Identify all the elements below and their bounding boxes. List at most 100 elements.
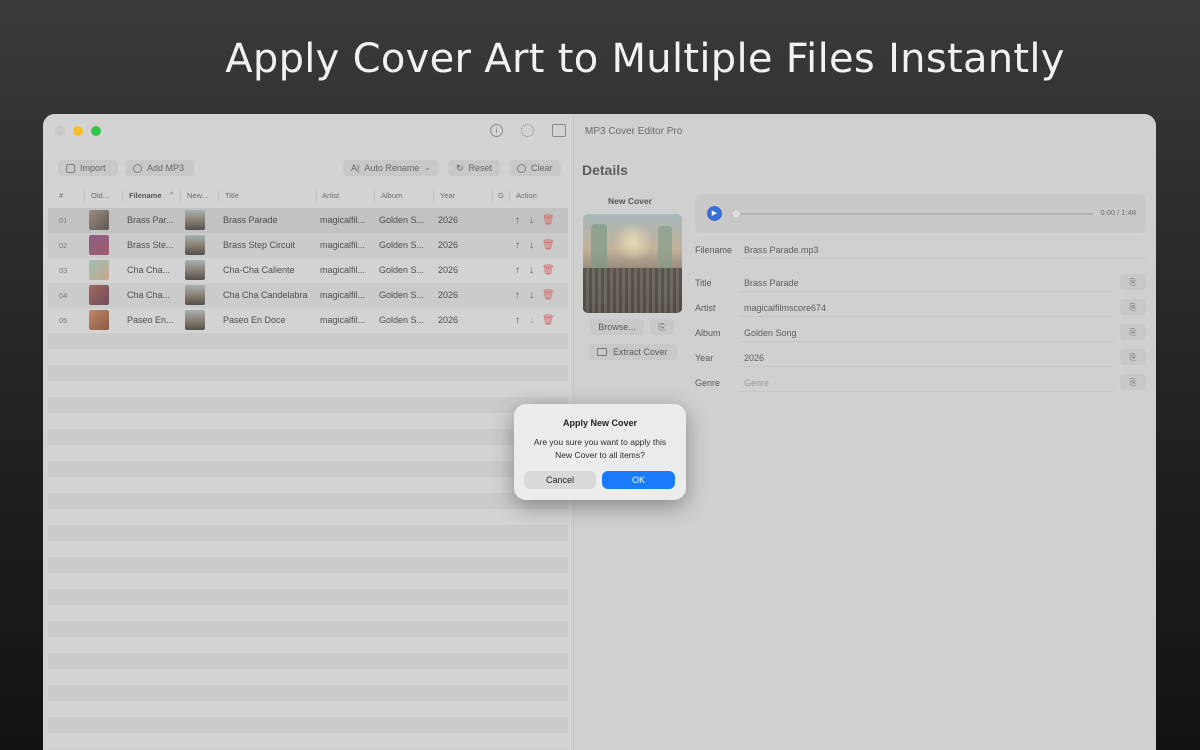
artist-value: magicalfilmscore674 bbox=[744, 303, 827, 313]
arrow-up-icon[interactable]: ↑ bbox=[515, 208, 520, 233]
title-cell: Paseo En Doce bbox=[223, 315, 286, 325]
row-number: 05 bbox=[59, 316, 68, 325]
copy-artist-button[interactable]: ⎘ bbox=[1120, 299, 1146, 315]
trash-icon[interactable]: 🗑 bbox=[542, 283, 555, 308]
auto-rename-dropdown[interactable]: A| Auto Rename ⌄ bbox=[343, 160, 439, 176]
clear-label: Clear bbox=[531, 163, 553, 173]
table-body: 01 Brass Par... Brass Parade magicalfil.… bbox=[48, 208, 568, 333]
arrow-down-icon[interactable]: ↓ bbox=[529, 283, 534, 308]
title-cell: Cha-Cha Caliente bbox=[223, 265, 295, 275]
table-header: # Old... Filename ^ New... Title Artist … bbox=[48, 188, 568, 204]
minimize-window-button[interactable] bbox=[73, 126, 83, 136]
old-cover-thumbnail bbox=[89, 260, 109, 280]
title-cell: Cha Cha Candelabra bbox=[223, 290, 308, 300]
sidebar-icon[interactable] bbox=[552, 124, 566, 137]
year-cell: 2026 bbox=[438, 215, 459, 225]
row-number: 04 bbox=[59, 291, 68, 300]
filename-value: Brass Parade.mp3 bbox=[744, 245, 819, 255]
arrow-up-icon[interactable]: ↑ bbox=[515, 258, 520, 283]
copy-cover-button[interactable]: ⎘ bbox=[650, 319, 674, 335]
rename-icon: A| bbox=[351, 163, 360, 173]
genre-placeholder: Genre bbox=[744, 378, 770, 388]
arrow-up-icon[interactable]: ↑ bbox=[515, 233, 520, 258]
artist-cell: magicalfil... bbox=[320, 215, 366, 225]
genre-field[interactable] bbox=[740, 375, 1114, 392]
gear-icon[interactable] bbox=[521, 124, 534, 137]
play-icon[interactable]: ▶ bbox=[707, 206, 722, 221]
col-artist[interactable]: Artist bbox=[322, 188, 339, 204]
info-icon[interactable]: i bbox=[490, 124, 503, 137]
playback-slider-knob[interactable] bbox=[731, 209, 741, 219]
year-cell: 2026 bbox=[438, 290, 459, 300]
col-genre[interactable]: G bbox=[498, 188, 504, 204]
dialog-title: Apply New Cover bbox=[562, 418, 638, 428]
playback-slider[interactable] bbox=[731, 213, 1093, 215]
col-album[interactable]: Album bbox=[381, 188, 402, 204]
new-cover-image[interactable] bbox=[583, 214, 682, 313]
new-cover-thumbnail bbox=[185, 235, 205, 255]
copy-icon: ⎘ bbox=[1129, 277, 1137, 287]
col-year[interactable]: Year bbox=[440, 188, 455, 204]
table-row[interactable]: 02 Brass Ste... Brass Step Circuit magic… bbox=[48, 233, 568, 258]
trash-icon[interactable]: 🗑 bbox=[542, 308, 555, 333]
trash-icon[interactable]: 🗑 bbox=[542, 258, 555, 283]
album-label: Album bbox=[695, 328, 721, 338]
browse-button[interactable]: Browse... bbox=[590, 319, 644, 335]
copy-year-button[interactable]: ⎘ bbox=[1120, 349, 1146, 365]
copy-genre-button[interactable]: ⎘ bbox=[1120, 374, 1146, 390]
year-cell: 2026 bbox=[438, 265, 459, 275]
arrow-down-icon[interactable]: ↓ bbox=[529, 258, 534, 283]
arrow-down-icon: ↓ bbox=[529, 315, 534, 326]
album-value: Golden Song bbox=[744, 328, 797, 338]
filename-cell: Cha Cha... bbox=[127, 290, 171, 300]
table-row[interactable]: 04 Cha Cha... Cha Cha Candelabra magical… bbox=[48, 283, 568, 308]
arrow-up-icon[interactable]: ↑ bbox=[515, 283, 520, 308]
year-label: Year bbox=[695, 353, 714, 363]
new-cover-thumbnail bbox=[185, 310, 205, 330]
filename-cell: Brass Ste... bbox=[127, 240, 174, 250]
arrow-down-icon[interactable]: ↓ bbox=[529, 233, 534, 258]
col-filename[interactable]: Filename bbox=[129, 188, 162, 204]
filename-label: Filename bbox=[695, 245, 733, 255]
close-window-button[interactable] bbox=[55, 126, 65, 136]
trash-icon[interactable]: 🗑 bbox=[542, 208, 555, 233]
import-label: Import bbox=[80, 163, 106, 173]
reset-button[interactable]: ↻ Reset bbox=[448, 160, 500, 176]
trash-icon[interactable]: 🗑 bbox=[542, 233, 555, 258]
album-cell: Golden S... bbox=[379, 290, 425, 300]
import-button[interactable]: Import bbox=[58, 160, 118, 176]
table-row[interactable]: 05 Paseo En... Paseo En Doce magicalfil.… bbox=[48, 308, 568, 333]
clear-button[interactable]: Clear bbox=[509, 160, 561, 176]
top-icons: i bbox=[490, 124, 566, 137]
title-value: Brass Parade bbox=[744, 278, 799, 288]
table-row[interactable]: 01 Brass Par... Brass Parade magicalfil.… bbox=[48, 208, 568, 233]
col-num[interactable]: # bbox=[59, 188, 63, 204]
copy-icon: ⎘ bbox=[1129, 327, 1137, 337]
maximize-window-button[interactable] bbox=[91, 126, 101, 136]
col-old-cover[interactable]: Old... bbox=[91, 188, 109, 204]
artist-label: Artist bbox=[695, 303, 716, 313]
col-new-cover[interactable]: New... bbox=[187, 188, 208, 204]
old-cover-thumbnail bbox=[89, 310, 109, 330]
title-label: Title bbox=[695, 278, 712, 288]
filename-cell: Paseo En... bbox=[127, 315, 174, 325]
copy-title-button[interactable]: ⎘ bbox=[1120, 274, 1146, 290]
genre-label: Genre bbox=[695, 378, 721, 388]
col-title[interactable]: Title bbox=[225, 188, 239, 204]
year-cell: 2026 bbox=[438, 240, 459, 250]
title-cell: Brass Parade bbox=[223, 215, 278, 225]
table-row[interactable]: 03 Cha Cha... Cha-Cha Caliente magicalfi… bbox=[48, 258, 568, 283]
cancel-button[interactable]: Cancel bbox=[524, 471, 596, 489]
extract-cover-button[interactable]: Extract Cover bbox=[589, 344, 677, 360]
title-cell: Brass Step Circuit bbox=[223, 240, 296, 250]
album-cell: Golden S... bbox=[379, 265, 425, 275]
new-cover-thumbnail bbox=[185, 210, 205, 230]
add-mp3-button[interactable]: Add MP3 bbox=[125, 160, 194, 176]
arrow-down-icon[interactable]: ↓ bbox=[529, 208, 534, 233]
copy-album-button[interactable]: ⎘ bbox=[1120, 324, 1146, 340]
year-field[interactable] bbox=[740, 350, 1114, 367]
app-title: MP3 Cover Editor Pro bbox=[585, 126, 683, 137]
ok-button[interactable]: OK bbox=[602, 471, 675, 489]
arrow-up-icon[interactable]: ↑ bbox=[515, 308, 520, 333]
file-list-pane: i Import Add MP3 A| Auto Rename ⌄ ↻ Rese… bbox=[43, 114, 573, 750]
